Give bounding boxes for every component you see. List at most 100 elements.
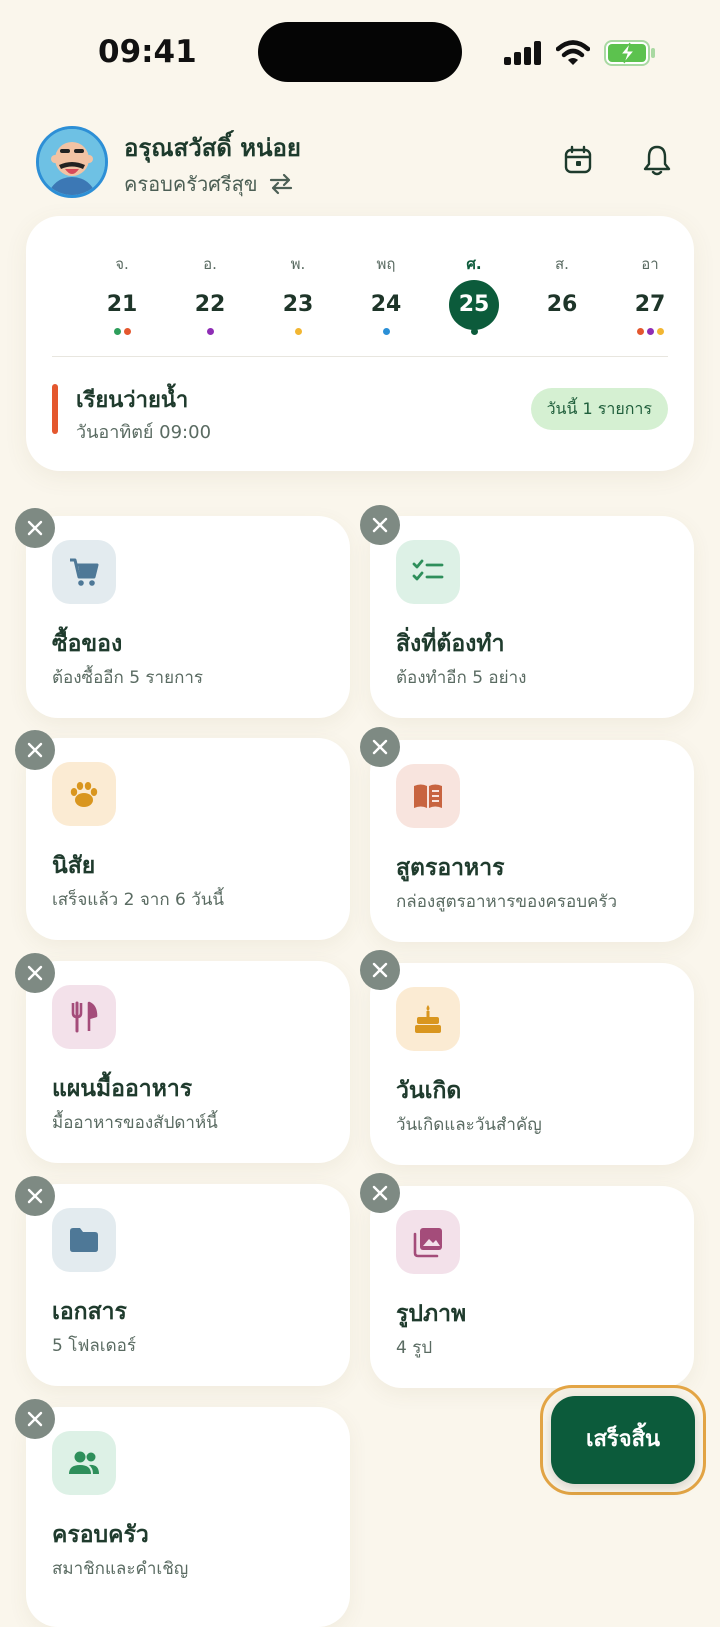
dynamic-island xyxy=(258,22,462,82)
event-title[interactable]: เรียนว่ายน้ำ xyxy=(76,382,188,417)
tile-title: สูตรอาหาร xyxy=(396,855,505,881)
day-mon[interactable]: จ. 21 xyxy=(92,252,152,338)
event-dots xyxy=(356,328,416,338)
done-button[interactable]: เสร็จสิ้น xyxy=(551,1396,695,1484)
status-bar: 09:41 xyxy=(0,0,720,100)
remove-tile-button[interactable] xyxy=(15,1399,55,1439)
tile-family[interactable]: ครอบครัว สมาชิกและคำเชิญ xyxy=(26,1407,350,1627)
tile-subtitle: กล่องสูตรอาหารของครอบครัว xyxy=(396,892,618,912)
status-time: 09:41 xyxy=(98,34,197,70)
day-number: 23 xyxy=(282,292,314,317)
calendar-button[interactable] xyxy=(558,140,598,180)
tile-title: แผนมื้ออาหาร xyxy=(52,1076,193,1102)
remove-tile-button[interactable] xyxy=(360,505,400,545)
day-abbr: ส. xyxy=(555,255,569,273)
event-dots xyxy=(180,328,240,338)
signal-icon xyxy=(504,41,541,65)
utensils-icon xyxy=(71,1001,98,1033)
close-icon xyxy=(372,1185,388,1201)
tile-recipes[interactable]: สูตรอาหาร กล่องสูตรอาหารของครอบครัว xyxy=(370,740,694,942)
tile-photos[interactable]: รูปภาพ 4 รูป xyxy=(370,1186,694,1388)
day-thu[interactable]: พฤ 24 xyxy=(356,252,416,338)
day-number: 27 xyxy=(634,292,666,317)
tile-subtitle: เสร็จแล้ว 2 จาก 6 วันนี้ xyxy=(52,890,225,910)
day-number: 21 xyxy=(106,292,138,317)
bell-icon xyxy=(643,145,671,176)
tile-habits[interactable]: นิสัย เสร็จแล้ว 2 จาก 6 วันนี้ xyxy=(26,738,350,940)
avatar[interactable] xyxy=(36,126,108,198)
week-strip: จ. 21 อ. 22 พ. 23 พฤ 24 ศ. 25 ส. 26 อา 2… xyxy=(78,252,692,362)
tile-title: สิ่งที่ต้องทำ xyxy=(396,631,505,657)
tile-subtitle: สมาชิกและคำเชิญ xyxy=(52,1559,189,1579)
tile-subtitle: วันเกิดและวันสำคัญ xyxy=(396,1115,542,1135)
day-abbr: อ. xyxy=(203,255,217,273)
close-icon xyxy=(27,742,43,758)
tile-icon-bg xyxy=(396,1210,460,1274)
day-sun[interactable]: อา 27 xyxy=(620,252,680,338)
photos-icon xyxy=(413,1228,442,1258)
tile-icon-bg xyxy=(52,762,116,826)
remove-tile-button[interactable] xyxy=(15,953,55,993)
remove-tile-button[interactable] xyxy=(360,727,400,767)
day-number: 24 xyxy=(370,292,402,317)
tile-title: ครอบครัว xyxy=(52,1522,149,1548)
close-icon xyxy=(372,962,388,978)
calendar-card: จ. 21 อ. 22 พ. 23 พฤ 24 ศ. 25 ส. 26 อา 2… xyxy=(26,216,694,471)
tile-icon-bg xyxy=(396,764,460,828)
remove-tile-button[interactable] xyxy=(15,730,55,770)
battery-charging-icon xyxy=(604,40,655,66)
tile-icon-bg xyxy=(52,1431,116,1495)
remove-tile-button[interactable] xyxy=(360,950,400,990)
tile-shopping[interactable]: ซื้อของ ต้องซื้ออีก 5 รายการ xyxy=(26,516,350,718)
day-abbr: พ. xyxy=(290,255,306,273)
remove-tile-button[interactable] xyxy=(360,1173,400,1213)
calendar-icon xyxy=(564,145,592,174)
remove-tile-button[interactable] xyxy=(15,1176,55,1216)
calendar-divider xyxy=(52,356,668,357)
close-icon xyxy=(27,965,43,981)
tile-icon-bg xyxy=(52,540,116,604)
event-time: วันอาทิตย์ 09:00 xyxy=(76,422,212,443)
checklist-icon xyxy=(412,559,444,581)
tile-icon-bg xyxy=(396,987,460,1051)
close-icon xyxy=(27,520,43,536)
tile-title: รูปภาพ xyxy=(396,1301,467,1327)
tile-todo[interactable]: สิ่งที่ต้องทำ ต้องทำอีก 5 อย่าง xyxy=(370,516,694,718)
tile-birthdays[interactable]: วันเกิด วันเกิดและวันสำคัญ xyxy=(370,963,694,1165)
today-count-badge: วันนี้ 1 รายการ xyxy=(530,388,668,430)
done-button-highlight: เสร็จสิ้น xyxy=(540,1385,706,1495)
day-fri-selected[interactable]: ศ. 25 xyxy=(444,252,504,338)
notifications-button[interactable] xyxy=(637,140,677,180)
book-icon xyxy=(414,784,442,808)
close-icon xyxy=(372,517,388,533)
event-dots xyxy=(620,328,680,338)
day-tue[interactable]: อ. 22 xyxy=(180,252,240,338)
event-dots xyxy=(532,328,592,338)
tile-subtitle: 4 รูป xyxy=(396,1338,433,1358)
day-sat[interactable]: ส. 26 xyxy=(532,252,592,338)
event-dots xyxy=(444,328,504,338)
folder-icon xyxy=(70,1228,98,1252)
tile-icon-bg xyxy=(52,1208,116,1272)
tile-subtitle: 5 โฟลเดอร์ xyxy=(52,1336,136,1356)
day-wed[interactable]: พ. 23 xyxy=(268,252,328,338)
remove-tile-button[interactable] xyxy=(15,508,55,548)
cake-icon xyxy=(415,1005,441,1033)
event-dots xyxy=(92,328,152,338)
tile-title: ซื้อของ xyxy=(52,631,123,657)
day-abbr: อา xyxy=(641,255,659,273)
family-name: ครอบครัวศรีสุข xyxy=(124,172,258,196)
day-abbr: พฤ xyxy=(376,255,396,273)
day-number: 25 xyxy=(449,280,499,330)
close-icon xyxy=(27,1411,43,1427)
day-number: 22 xyxy=(194,292,226,317)
day-abbr: ศ. xyxy=(466,255,482,273)
tile-meal-plan[interactable]: แผนมื้ออาหาร มื้ออาหารของสัปดาห์นี้ xyxy=(26,961,350,1163)
tile-documents[interactable]: เอกสาร 5 โฟลเดอร์ xyxy=(26,1184,350,1386)
avatar-illustration xyxy=(39,129,105,195)
wifi-icon xyxy=(556,40,590,65)
people-icon xyxy=(69,1451,99,1474)
tile-subtitle: ต้องทำอีก 5 อย่าง xyxy=(396,668,527,688)
switch-family-icon[interactable] xyxy=(268,172,294,196)
header: อรุณสวัสดิ์ หน่อย ครอบครัวศรีสุข xyxy=(0,118,720,208)
